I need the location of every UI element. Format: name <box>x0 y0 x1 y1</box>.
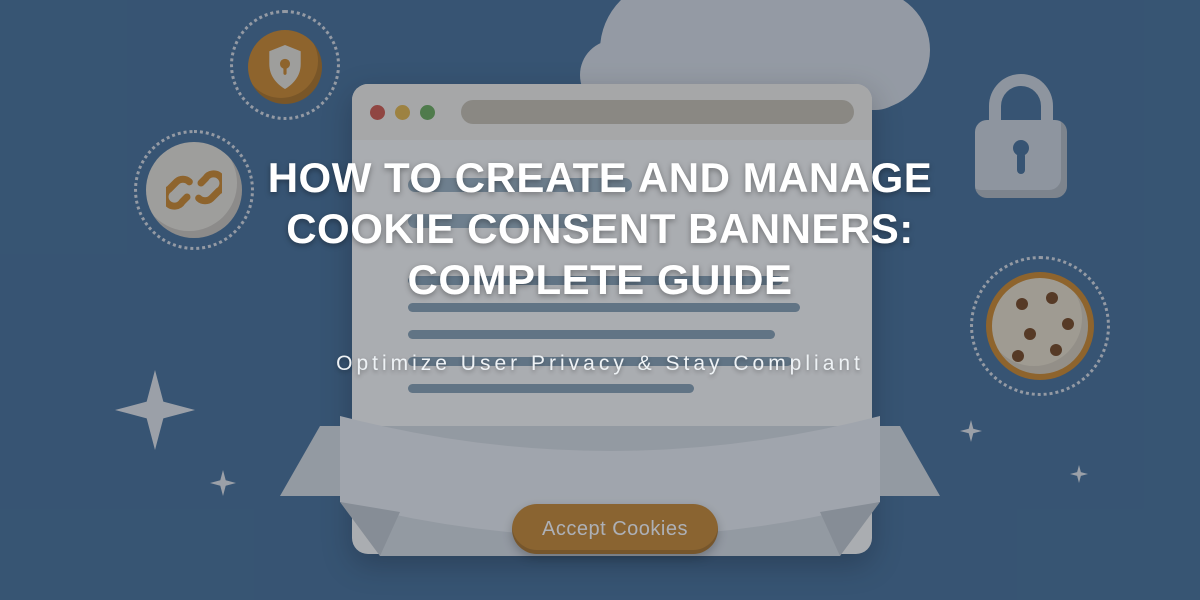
sparkle-icon <box>115 370 195 450</box>
content-line <box>408 303 800 312</box>
browser-window-illustration <box>352 84 872 554</box>
chain-link-icon <box>146 142 242 238</box>
traffic-light-max-icon <box>420 105 435 120</box>
lock-icon <box>975 120 1067 198</box>
cookie-icon <box>986 272 1094 380</box>
traffic-light-close-icon <box>370 105 385 120</box>
traffic-light-min-icon <box>395 105 410 120</box>
content-line <box>408 276 783 285</box>
content-line <box>408 178 632 192</box>
sparkle-icon <box>210 470 236 496</box>
accept-cookies-button[interactable]: Accept Cookies <box>512 504 718 554</box>
browser-page-body <box>352 140 872 449</box>
browser-titlebar <box>352 84 872 140</box>
hero-stage: Accept Cookies HOW TO CREATE AND MANAGE … <box>0 0 1200 600</box>
content-line <box>408 214 596 228</box>
sparkle-icon <box>1070 465 1088 483</box>
sparkle-icon <box>960 420 982 442</box>
url-bar-placeholder <box>461 100 854 124</box>
content-line <box>408 330 775 339</box>
content-line <box>408 384 694 393</box>
content-line <box>408 357 792 366</box>
shield-icon <box>248 30 322 104</box>
